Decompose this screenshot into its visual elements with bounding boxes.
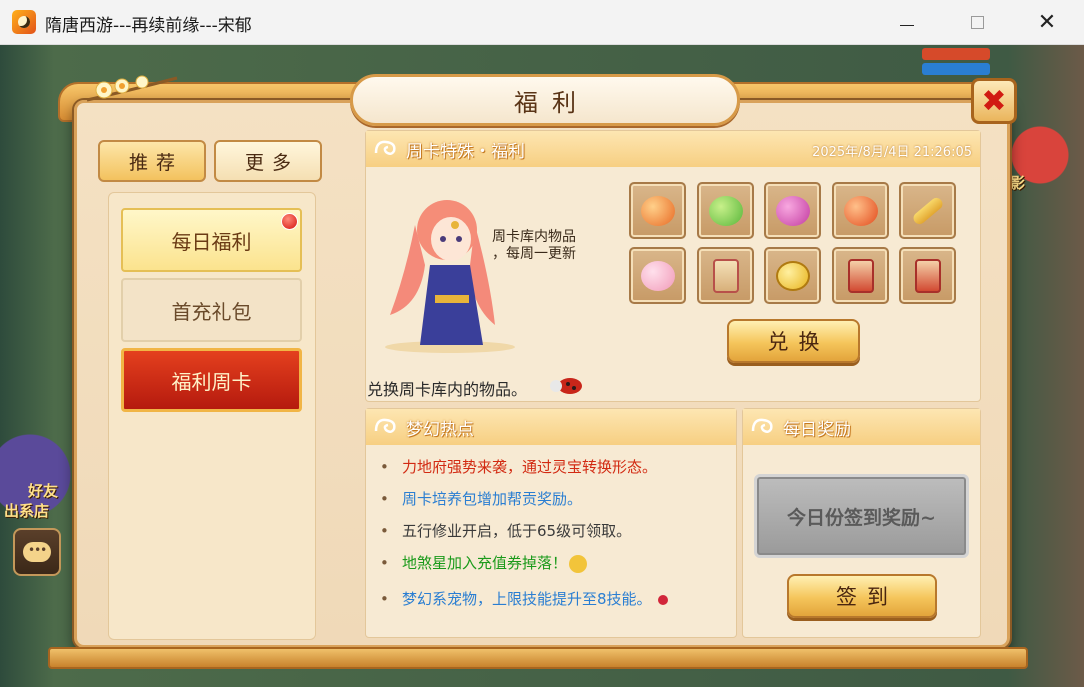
pig-pet-icon bbox=[640, 260, 675, 291]
panel-title-plaque: 福利 bbox=[350, 74, 740, 126]
exchange-button[interactable]: 兑换 bbox=[727, 319, 860, 363]
daily-reward-title: 每日奖励 bbox=[783, 419, 851, 440]
panel-close-button[interactable]: ✖ bbox=[971, 78, 1017, 124]
ladybug-icon bbox=[550, 378, 582, 394]
news-text: 地煞星加入充值券掉落！ bbox=[402, 554, 568, 572]
red-scroll-icon bbox=[914, 258, 941, 293]
panel-bottom-ribbon bbox=[48, 647, 1028, 669]
item-slot[interactable] bbox=[764, 182, 821, 239]
exchange-note: 兑换周卡库内的物品。 bbox=[367, 380, 528, 399]
chat-bubble-icon bbox=[23, 542, 51, 562]
money-bag-icon bbox=[640, 195, 675, 226]
item-slot[interactable] bbox=[697, 182, 754, 239]
sign-in-reward-plate: 今日份签到奖励~ bbox=[754, 474, 969, 558]
rose-icon bbox=[657, 594, 668, 605]
sign-in-button[interactable]: 签到 bbox=[787, 574, 937, 618]
green-pouch-icon bbox=[708, 195, 743, 226]
news-text: 周卡培养包增加帮贡奖励。 bbox=[402, 490, 583, 508]
list-item: • 五行修业开启，低于65级可领取。 bbox=[380, 522, 632, 540]
list-item: • 周卡培养包增加帮贡奖励。 bbox=[380, 490, 583, 508]
friends-label[interactable]: 好友 bbox=[28, 480, 58, 501]
jewel-box-icon bbox=[775, 195, 810, 226]
list-item: • 梦幻系宠物，上限技能提升至8技能。 bbox=[380, 588, 668, 609]
player-status-bars bbox=[922, 48, 990, 78]
chat-button[interactable] bbox=[13, 528, 61, 576]
tab-more[interactable]: 更多 bbox=[214, 140, 322, 182]
minimize-button[interactable] bbox=[872, 0, 942, 45]
close-window-button[interactable]: ✕ bbox=[1012, 0, 1082, 45]
character-portrait-icon bbox=[385, 200, 515, 353]
item-slot[interactable] bbox=[832, 182, 889, 239]
weekly-card-title: 周卡特殊・福利 bbox=[406, 141, 525, 162]
smile-emoji-icon bbox=[569, 554, 588, 573]
blossom-decoration-icon bbox=[86, 75, 178, 102]
swirl-icon bbox=[374, 140, 396, 155]
swirl-icon bbox=[751, 418, 773, 433]
shop-label[interactable]: 出系店 bbox=[4, 500, 49, 521]
app-icon bbox=[12, 10, 36, 34]
hint-line-2: ，每周一更新 bbox=[492, 246, 576, 262]
nav-item-first-recharge[interactable]: 首充礼包 bbox=[121, 278, 302, 342]
panel-title: 福利 bbox=[514, 88, 590, 117]
nav-item-daily-welfare[interactable]: 每日福利 bbox=[121, 208, 302, 272]
hot-news-title: 梦幻热点 bbox=[406, 419, 474, 440]
weekly-card-hint: 周卡库内物品 ，每周一更新 bbox=[492, 229, 576, 263]
item-slot[interactable] bbox=[899, 247, 956, 304]
item-slot[interactable] bbox=[764, 247, 821, 304]
news-text: 梦幻系宠物，上限技能提升至8技能。 bbox=[402, 590, 652, 608]
hint-line-1: 周卡库内物品 bbox=[492, 229, 576, 245]
server-timestamp: 2025年/8月/4日 21:26:05 bbox=[812, 145, 972, 160]
item-slot[interactable] bbox=[832, 247, 889, 304]
window-title: 隋唐西游---再续前缘---宋郁 bbox=[45, 16, 252, 36]
tab-recommend[interactable]: 推荐 bbox=[98, 140, 206, 182]
news-text: 力地府强势来袭，通过灵宝转换形态。 bbox=[402, 458, 658, 476]
news-text: 五行修业开启，低于65级可领取。 bbox=[402, 522, 632, 540]
item-slot[interactable] bbox=[629, 247, 686, 304]
hot-news-header: 梦幻热点 bbox=[366, 409, 736, 445]
golden-key-icon bbox=[910, 194, 945, 227]
swirl-icon bbox=[374, 418, 396, 433]
scroll-icon bbox=[712, 258, 739, 293]
daily-reward-header: 每日奖励 bbox=[743, 409, 980, 445]
item-slot[interactable] bbox=[697, 247, 754, 304]
window-titlebar: 隋唐西游---再续前缘---宋郁 ✕ bbox=[0, 0, 1084, 45]
red-scroll-icon bbox=[847, 258, 874, 293]
list-item: • 地煞星加入充值券掉落！ bbox=[380, 552, 588, 573]
notification-dot bbox=[281, 213, 298, 230]
list-item: • 力地府强势来袭，通过灵宝转换形态。 bbox=[380, 458, 658, 476]
gold-coin-icon bbox=[775, 260, 810, 291]
item-slot[interactable] bbox=[899, 182, 956, 239]
nav-item-weekly-card[interactable]: 福利周卡 bbox=[121, 348, 302, 412]
red-bag-icon bbox=[843, 195, 878, 226]
item-slot[interactable] bbox=[629, 182, 686, 239]
weekly-card-header: 周卡特殊・福利 2025年/8月/4日 21:26:05 bbox=[366, 131, 980, 167]
maximize-button[interactable] bbox=[942, 0, 1012, 45]
